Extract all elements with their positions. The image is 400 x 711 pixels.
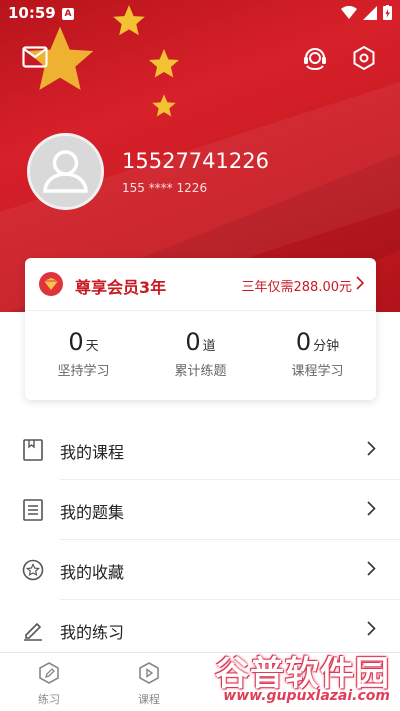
flag-star-icon [149, 49, 179, 78]
stat-unit: 道 [202, 339, 216, 354]
menu-label: 我的课程 [60, 443, 125, 462]
menu-item-my-courses[interactable]: 我的课程 [0, 420, 400, 480]
book-icon [23, 439, 43, 461]
chevron-right-icon [367, 441, 376, 456]
status-bar: 10:59 A [0, 0, 400, 28]
tab-practice[interactable]: 练习 [19, 661, 79, 707]
watermark-url: www.gupuxlazai.com [223, 688, 390, 704]
study-stats: 0天 坚持学习 0道 累计练题 0 分钟 课程学习 [25, 328, 376, 388]
watermark-logo: 谷普软件园 www.gupuxlazai.com [200, 646, 396, 708]
notification-icon: A [62, 8, 74, 20]
stat-value: 0 [185, 328, 201, 356]
tab-label: 练习 [38, 693, 60, 706]
vip-price: 三年仅需288.00元 [241, 280, 353, 295]
menu-item-my-favorites[interactable]: 我的收藏 [0, 540, 400, 600]
chevron-right-icon [356, 276, 364, 290]
vip-crown-icon [39, 272, 63, 296]
menu-item-my-question-sets[interactable]: 我的题集 [0, 480, 400, 540]
signal-icon [363, 5, 377, 20]
pencil-icon [24, 622, 42, 641]
menu-label: 我的题集 [60, 503, 125, 522]
wifi-icon [341, 5, 357, 19]
stat-unit: 天 [85, 339, 99, 354]
tab-courses[interactable]: 课程 [119, 661, 179, 707]
stat-label: 累计练题 [174, 364, 227, 379]
chevron-right-icon [367, 501, 376, 516]
stat-course-minutes[interactable]: 0 分钟 课程学习 [259, 328, 376, 388]
stat-questions-practiced[interactable]: 0道 累计练题 [142, 328, 259, 388]
stat-unit: 分钟 [313, 339, 340, 354]
flag-star-icon [152, 94, 176, 117]
user-phone[interactable]: 15527741226 [122, 149, 269, 173]
status-indicators [341, 5, 392, 20]
membership-card: 尊享会员3年 三年仅需288.00元 0天 坚持学习 0道 累计练题 0 分钟 课… [25, 258, 376, 400]
settings-icon[interactable] [351, 45, 377, 71]
menu-label: 我的收藏 [60, 563, 125, 582]
avatar[interactable] [27, 133, 104, 210]
message-icon[interactable] [22, 46, 48, 68]
tab-label: 课程 [138, 693, 160, 706]
star-icon [22, 559, 44, 581]
battery-icon [383, 5, 392, 20]
user-masked-phone: 155 **** 1226 [122, 181, 208, 195]
pencil-tab-icon [39, 662, 59, 684]
menu-label: 我的练习 [60, 623, 125, 642]
vip-banner[interactable]: 尊享会员3年 三年仅需288.00元 [25, 258, 376, 311]
play-tab-icon [139, 662, 159, 684]
chevron-right-icon [367, 561, 376, 576]
status-time: 10:59 [8, 4, 56, 22]
stat-label: 课程学习 [291, 364, 344, 379]
chevron-right-icon [367, 621, 376, 636]
customer-service-icon[interactable] [302, 44, 328, 72]
stat-value: 0 [68, 328, 84, 356]
stat-label: 坚持学习 [57, 364, 110, 379]
vip-title: 尊享会员3年 [75, 278, 167, 297]
stat-value: 0 [295, 328, 312, 356]
user-avatar-icon [43, 150, 88, 193]
document-icon [23, 499, 43, 521]
stat-study-days[interactable]: 0天 坚持学习 [25, 328, 142, 388]
